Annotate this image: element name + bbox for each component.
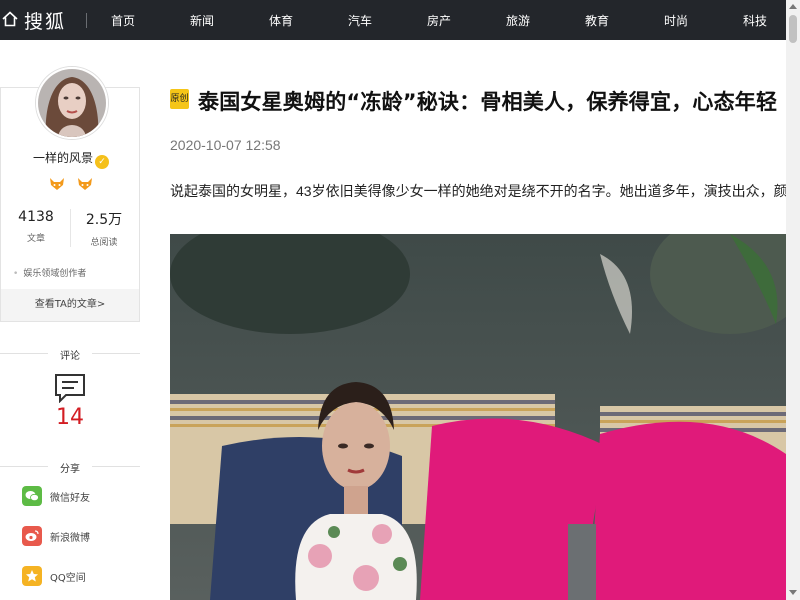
nav-item[interactable]: 房产 <box>427 12 451 29</box>
nav-item[interactable]: 汽车 <box>348 12 372 29</box>
author-name[interactable]: 一样的风景 ✓ <box>1 149 141 169</box>
nav-divider <box>86 13 87 28</box>
sohu-logo[interactable]: 搜狐 <box>24 7 66 34</box>
stat-label: 文章 <box>26 234 45 244</box>
author-name-text[interactable]: 一样的风景 <box>33 151 93 165</box>
nav-item[interactable]: 首页 <box>111 12 135 29</box>
comment-icon[interactable] <box>54 373 86 403</box>
fox-badge-icon <box>50 178 65 190</box>
article-lead-paragraph: 说起泰国的女明星，43岁依旧美得像少女一样的她绝对是绕不开的名字。她出道多年，演… <box>170 183 786 199</box>
author-badges <box>1 177 141 194</box>
share-title: 分享 <box>60 464 80 475</box>
nav-item[interactable]: 体育 <box>269 12 293 29</box>
article-count-stat: 4138 文章 <box>2 209 70 244</box>
qzone-icon <box>22 566 42 586</box>
share-wechat-button[interactable]: 微信好友 <box>22 486 90 506</box>
divider-line <box>92 353 140 354</box>
verified-icon: ✓ <box>95 155 109 169</box>
scroll-up-arrow-icon[interactable] <box>789 4 797 9</box>
nav-item[interactable]: 时尚 <box>664 12 688 29</box>
divider-line <box>92 466 140 467</box>
comment-count[interactable]: 14 <box>0 405 140 430</box>
article-date: 2020-10-07 12:58 <box>170 137 281 153</box>
share-label: 新浪微博 <box>50 532 90 544</box>
stat-value: 4138 <box>18 209 54 225</box>
divider-line <box>0 353 48 354</box>
read-count-stat: 2.5万 总阅读 <box>70 209 138 248</box>
author-description: 娱乐领域创作者 <box>13 266 86 279</box>
scroll-down-arrow-icon[interactable] <box>789 590 797 595</box>
fox-badge-icon <box>77 178 92 190</box>
weibo-icon <box>22 526 42 546</box>
stat-label: 总阅读 <box>90 238 118 248</box>
share-weibo-button[interactable]: 新浪微博 <box>22 526 90 546</box>
scroll-thumb[interactable] <box>789 15 797 43</box>
share-label: 微信好友 <box>50 492 90 504</box>
view-author-articles-link[interactable]: 查看TA的文章> <box>1 289 139 321</box>
divider-line <box>0 466 48 467</box>
article-title: 泰国女星奥姆的“冻龄”秘诀：骨相美人，保养得宜，心态年轻 <box>198 90 778 114</box>
nav-item[interactable]: 教育 <box>585 12 609 29</box>
wechat-icon <box>22 486 42 506</box>
nav-item[interactable]: 科技 <box>743 12 767 29</box>
top-nav-bar: 搜狐 首页 新闻 体育 汽车 房产 旅游 教育 时尚 科技 <box>0 0 786 40</box>
scrollbar[interactable] <box>786 0 800 600</box>
article-photo[interactable] <box>170 234 786 600</box>
nav-item[interactable]: 新闻 <box>190 12 214 29</box>
original-tag: 原创 <box>170 89 189 109</box>
avatar[interactable] <box>36 67 108 139</box>
nav-item[interactable]: 旅游 <box>506 12 530 29</box>
stat-value: 2.5万 <box>85 212 123 228</box>
article-photo-illustration <box>170 234 786 600</box>
comments-title: 评论 <box>60 351 80 362</box>
share-label: QQ空间 <box>50 572 86 584</box>
home-icon[interactable] <box>2 11 18 27</box>
share-qzone-button[interactable]: QQ空间 <box>22 566 86 586</box>
